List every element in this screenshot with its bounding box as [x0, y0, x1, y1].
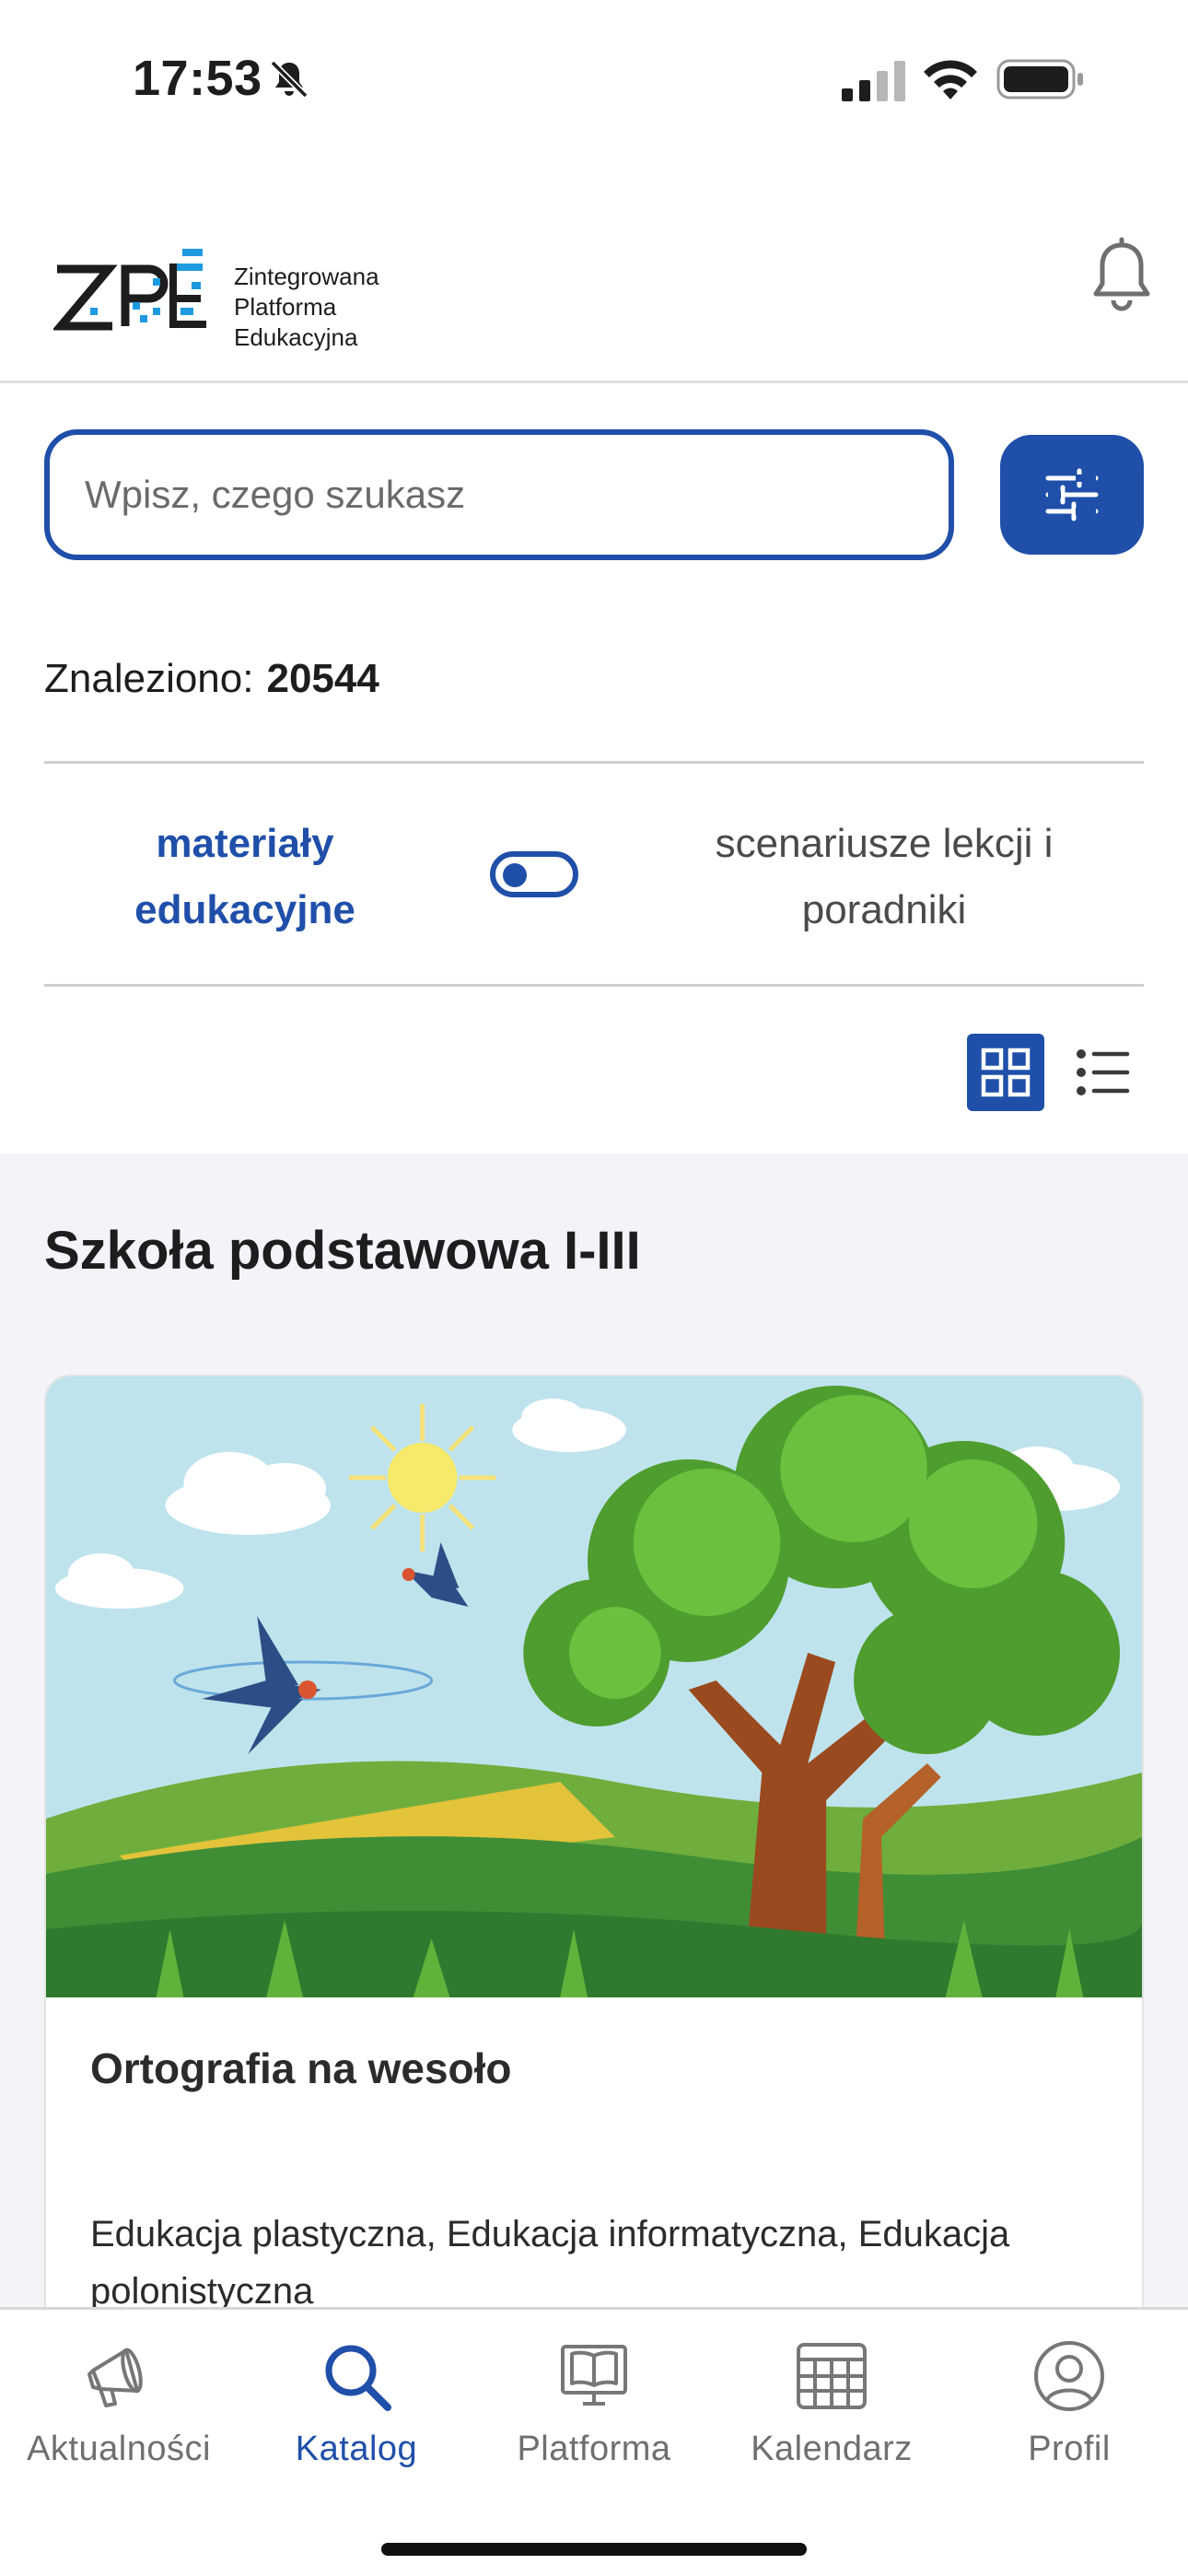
- tab-katalog[interactable]: Katalog: [238, 2337, 475, 2469]
- mode-scenarios[interactable]: scenariusze lekcji i poradniki: [663, 811, 1105, 943]
- tab-label: Profil: [1028, 2430, 1111, 2468]
- grid-icon: [981, 1048, 1031, 1097]
- tab-label: Platforma: [517, 2430, 671, 2468]
- megaphone-icon: [87, 2348, 143, 2407]
- tab-label: Aktualności: [27, 2430, 211, 2468]
- results-number: 20544: [266, 656, 379, 701]
- list-view-button[interactable]: [1068, 1037, 1138, 1107]
- tab-label: Kalendarz: [751, 2430, 913, 2468]
- bell-muted-icon: [270, 60, 309, 99]
- tab-platforma[interactable]: Platforma: [475, 2337, 713, 2469]
- mode-materials-line-1: materiały: [156, 821, 334, 866]
- mode-materials-line-2: edukacyjne: [134, 887, 355, 932]
- logo-line-1: Zintegrowana: [234, 263, 379, 290]
- logo-line-3: Edukacyjna: [234, 323, 358, 351]
- mode-toggle-switch[interactable]: [490, 851, 578, 897]
- catalog-content: Szkoła podstawowa I-III Ortografia na we…: [0, 1153, 1188, 2388]
- toggle-knob: [503, 863, 527, 887]
- card-subjects-line-1: Edukacja plastyczna, Edukacja informatyc…: [90, 2214, 1010, 2254]
- mode-materials[interactable]: materiały edukacyjne: [101, 811, 389, 943]
- calendar-icon: [797, 2343, 867, 2409]
- sliders-icon: [1045, 468, 1099, 521]
- zpe-logo-mark: [52, 249, 206, 331]
- results-label: Znaleziono:: [44, 656, 254, 701]
- filter-button[interactable]: [1000, 435, 1144, 555]
- mode-scenarios-line-1: scenariusze lekcji i: [715, 821, 1054, 866]
- cellular-signal-icon: [842, 61, 905, 101]
- tab-aktualnosci[interactable]: Aktualności: [0, 2337, 238, 2469]
- divider: [44, 761, 1144, 764]
- card-title: Ortografia na wesoło: [90, 2044, 512, 2092]
- logo-line-2: Platforma: [234, 293, 337, 321]
- status-time: 17:53: [133, 51, 262, 106]
- results-count: Znaleziono: 20544: [44, 656, 379, 702]
- user-icon: [1034, 2341, 1104, 2411]
- card-subjects: Edukacja plastyczna, Edukacja informatyc…: [90, 2206, 1103, 2320]
- tab-kalendarz[interactable]: Kalendarz: [713, 2337, 950, 2469]
- zpe-logo[interactable]: Zintegrowana Platforma Edukacyjna: [52, 212, 403, 351]
- notification-bell-icon[interactable]: [1085, 236, 1159, 317]
- tab-label: Katalog: [295, 2430, 418, 2468]
- section-title: Szkoła podstawowa I-III: [44, 1221, 641, 1281]
- battery-icon: [996, 59, 1083, 100]
- search-input[interactable]: [50, 435, 949, 555]
- card-illustration: [46, 1376, 1142, 1997]
- wifi-icon: [924, 60, 977, 100]
- status-bar: 17:53: [0, 0, 1188, 157]
- divider: [44, 984, 1144, 987]
- book-screen-icon: [561, 2345, 627, 2406]
- app-header: Zintegrowana Platforma Edukacyjna: [0, 184, 1188, 383]
- mode-scenarios-line-2: poradniki: [801, 887, 967, 932]
- home-indicator[interactable]: [381, 2543, 807, 2556]
- resource-card[interactable]: Ortografia na wesoło Edukacja plastyczna…: [44, 1375, 1144, 2388]
- grid-view-button[interactable]: [967, 1034, 1044, 1111]
- list-icon: [1077, 1049, 1130, 1095]
- logo-wordmark: Zintegrowana Platforma Edukacyjna: [234, 262, 379, 353]
- search-field[interactable]: [44, 429, 954, 560]
- search-icon: [325, 2345, 391, 2411]
- bottom-tab-bar: Aktualności Katalog Platforma Kalendarz …: [0, 2307, 1188, 2576]
- tab-profil[interactable]: Profil: [950, 2337, 1188, 2469]
